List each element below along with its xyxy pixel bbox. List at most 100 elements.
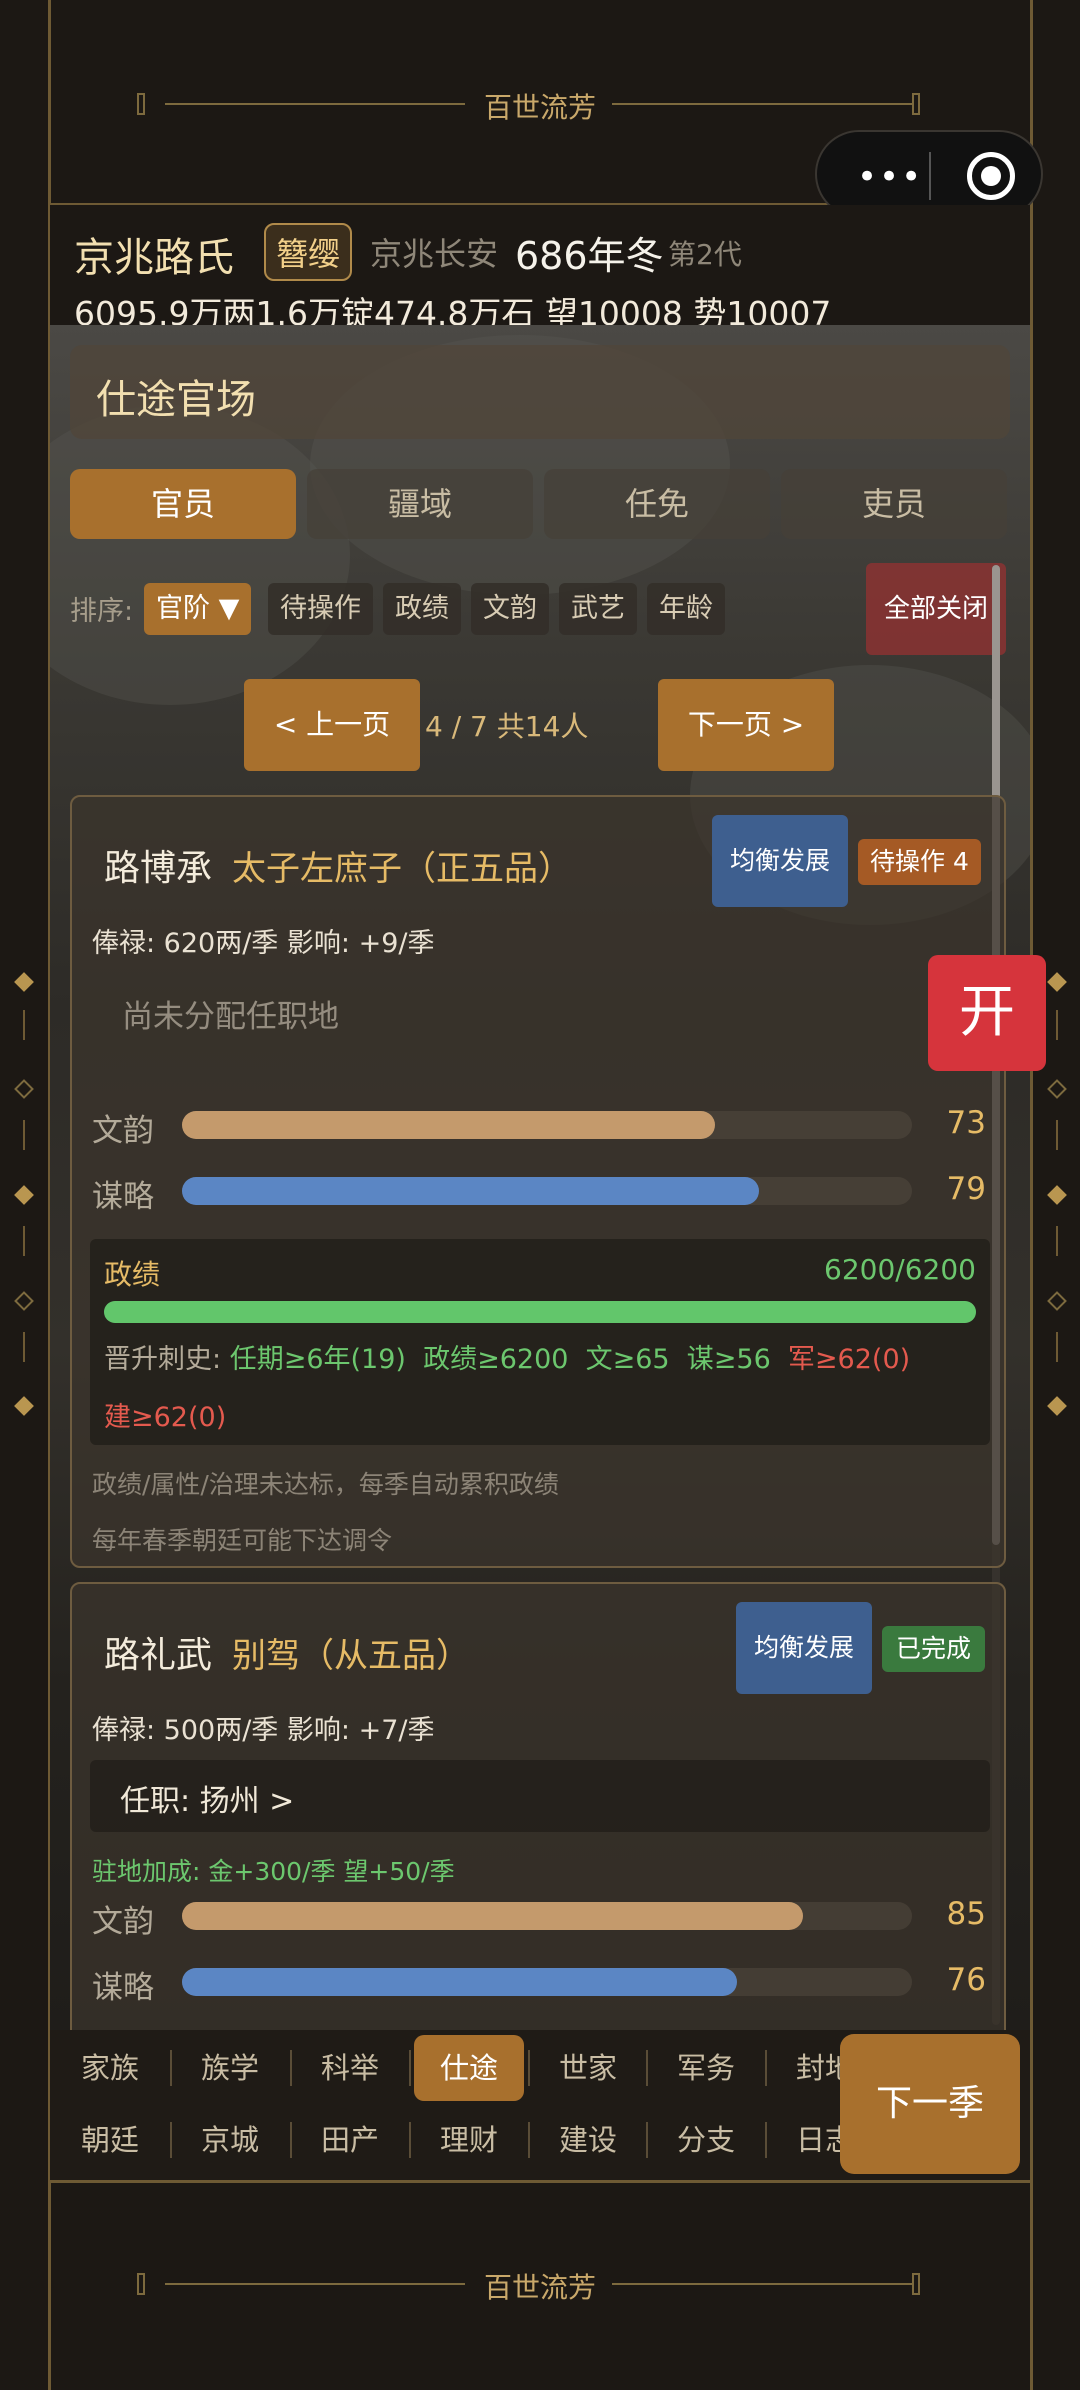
clan-location: 京兆长安 <box>370 235 499 273</box>
side-diamond-icon <box>14 1291 34 1311</box>
side-diamond-icon <box>14 1079 34 1099</box>
current-year: 686年冬 <box>515 234 664 278</box>
literary-bar <box>182 1111 912 1139</box>
more-dots-icon[interactable]: ••• <box>857 157 923 197</box>
nav-court[interactable]: 朝廷 <box>55 2107 165 2173</box>
performance-bar <box>104 1301 976 1323</box>
background-mountain <box>50 405 350 705</box>
salary-line: 俸禄: 620两/季 影响: +9/季 <box>92 928 435 959</box>
sort-age[interactable]: 年龄 <box>647 583 725 635</box>
sort-literary[interactable]: 文韵 <box>471 583 549 635</box>
side-dash <box>23 1120 25 1150</box>
stat-label-strategy: 谋略 <box>92 1970 154 2006</box>
literary-bar-fill <box>182 1111 715 1139</box>
performance-bar-fill <box>104 1301 976 1323</box>
section-title: 仕途官场 <box>96 377 256 423</box>
official-card[interactable]: 路博承 太子左庶子（正五品） 均衡发展 待操作 4 俸禄: 620两/季 影响:… <box>70 795 1006 1568</box>
nav-school[interactable]: 族学 <box>175 2035 285 2101</box>
literary-bar <box>182 1902 912 1930</box>
plan-badge[interactable]: 均衡发展 <box>712 815 848 907</box>
tab-clerks[interactable]: 吏员 <box>781 469 1007 539</box>
req-military: 军≥62(0) <box>787 1344 911 1375</box>
literary-value: 85 <box>946 1896 986 1932</box>
note-line: 每年春季朝廷可能下达调令 <box>92 1526 393 1555</box>
nav-divider <box>528 2050 530 2086</box>
promotion-label: 晋升刺史: <box>104 1344 222 1375</box>
literary-value: 73 <box>946 1105 986 1141</box>
post-row[interactable]: 任职: 扬州 > <box>90 1760 990 1832</box>
performance-value: 6200/6200 <box>824 1253 976 1286</box>
strategy-bar-fill <box>182 1177 759 1205</box>
stat-label-literary: 文韵 <box>92 1113 154 1149</box>
side-diamond-icon <box>14 1185 34 1205</box>
clan-header: 京兆路氏 簪缨 京兆长安 686年冬 第2代 6095.9万两1.6万锭474.… <box>50 205 1030 333</box>
tab-appointments[interactable]: 任免 <box>544 469 770 539</box>
sort-martial[interactable]: 武艺 <box>559 583 637 635</box>
nav-career[interactable]: 仕途 <box>414 2035 524 2101</box>
side-diamond-icon <box>14 972 34 992</box>
official-title: 别驾（从五品） <box>232 1636 470 1676</box>
tab-territory[interactable]: 疆域 <box>307 469 533 539</box>
promotion-requirements-row-2: 建≥62(0) <box>104 1395 226 1434</box>
nav-divider <box>409 2050 411 2086</box>
strategy-bar-fill <box>182 1968 737 1996</box>
next-page-button[interactable]: 下一页 > <box>658 679 834 771</box>
generation: 第2代 <box>668 238 742 271</box>
official-card[interactable]: 路礼武 别驾（从五品） 均衡发展 已完成 俸禄: 500两/季 影响: +7/季… <box>70 1582 1006 2030</box>
post-bonus: 驻地加成: 金+300/季 望+50/季 <box>92 1857 455 1886</box>
official-name: 路礼武 <box>104 1635 213 1676</box>
req-performance: 政绩≥6200 <box>423 1344 569 1375</box>
nav-family[interactable]: 家族 <box>55 2035 165 2101</box>
post-status: 尚未分配任职地 <box>122 999 339 1035</box>
side-diamond-icon <box>1047 1185 1067 1205</box>
nav-finance[interactable]: 理财 <box>414 2107 524 2173</box>
nav-divider <box>646 2122 648 2158</box>
nav-divider <box>409 2122 411 2158</box>
side-dash <box>1056 1332 1058 1362</box>
open-button[interactable]: 开 <box>928 955 1046 1071</box>
side-dash <box>23 1332 25 1362</box>
section-header: 仕途官场 <box>70 345 1010 439</box>
next-season-button[interactable]: 下一季 <box>840 2034 1020 2174</box>
sort-label: 排序: <box>70 596 134 627</box>
salary-line: 俸禄: 500两/季 影响: +7/季 <box>92 1715 435 1746</box>
sort-performance[interactable]: 政绩 <box>383 583 461 635</box>
nav-estate[interactable]: 田产 <box>295 2107 405 2173</box>
plan-badge[interactable]: 均衡发展 <box>736 1602 872 1694</box>
side-diamond-icon <box>1047 1396 1067 1416</box>
brand-title-bottom: 百世流芳 <box>483 2271 596 2304</box>
stat-label-literary: 文韵 <box>92 1904 154 1940</box>
nav-aristocrats[interactable]: 世家 <box>533 2035 643 2101</box>
nav-construction[interactable]: 建设 <box>533 2107 643 2173</box>
prev-page-button[interactable]: < 上一页 <box>244 679 420 771</box>
nav-divider <box>170 2122 172 2158</box>
rank-badge: 簪缨 <box>264 223 353 281</box>
strategy-value: 79 <box>946 1171 986 1207</box>
strategy-value: 76 <box>946 1962 986 1998</box>
frame-right-line <box>1030 0 1033 2390</box>
sort-rank[interactable]: 官阶 ▼ <box>144 583 252 635</box>
promotion-requirements-row-1: 晋升刺史: 任期≥6年(19) 政绩≥6200 文≥65 谋≥56 军≥62(0… <box>104 1337 910 1376</box>
footer-top-border <box>48 2180 1033 2183</box>
clan-name: 京兆路氏 <box>74 235 234 281</box>
capsule-divider <box>929 152 931 200</box>
nav-divider <box>290 2050 292 2086</box>
sort-pending[interactable]: 待操作 <box>268 583 373 635</box>
nav-military[interactable]: 军务 <box>651 2035 761 2101</box>
req-literary: 文≥65 <box>585 1344 670 1375</box>
pending-badge[interactable]: 待操作 4 <box>858 839 981 885</box>
target-circle-icon[interactable] <box>967 152 1015 200</box>
nav-exam[interactable]: 科举 <box>295 2035 405 2101</box>
close-all-button[interactable]: 全部关闭 <box>866 563 1006 655</box>
side-diamond-icon <box>1047 1079 1067 1099</box>
note-line: 政绩/属性/治理未达标，每季自动累积政绩 <box>92 1470 559 1499</box>
nav-divider <box>528 2122 530 2158</box>
side-diamond-icon <box>1047 1291 1067 1311</box>
stat-label-strategy: 谋略 <box>92 1179 154 1215</box>
strategy-bar <box>182 1177 912 1205</box>
nav-branches[interactable]: 分支 <box>651 2107 761 2173</box>
nav-capital[interactable]: 京城 <box>175 2107 285 2173</box>
side-diamond-icon <box>1047 972 1067 992</box>
performance-box: 政绩 6200/6200 晋升刺史: 任期≥6年(19) 政绩≥6200 文≥6… <box>90 1239 990 1445</box>
tab-officials[interactable]: 官员 <box>70 469 296 539</box>
